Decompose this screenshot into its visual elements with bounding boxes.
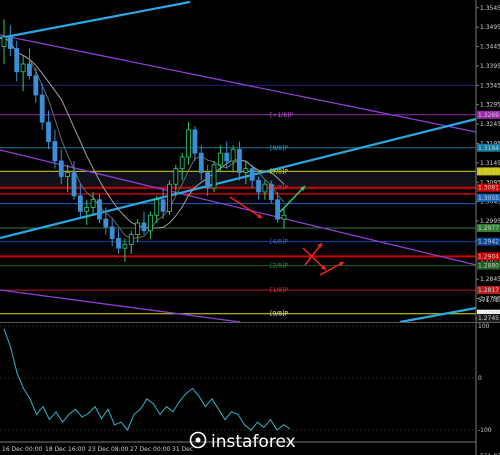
price-badge-label-5: 1.2977 xyxy=(478,225,499,232)
candle-body-12 xyxy=(77,195,83,212)
candle-body-16 xyxy=(103,218,109,228)
osc-tick-label-2: 0 xyxy=(478,375,482,382)
price-tick-label-4: 1.3345 xyxy=(480,82,500,89)
price-badge-label-11: 1.2745 xyxy=(478,315,499,322)
candle-body-29 xyxy=(186,129,191,158)
price-badge-label-2: 1.3123 xyxy=(478,168,499,175)
candle-body-20 xyxy=(128,234,134,245)
candle-body-14 xyxy=(90,199,96,208)
chart-root: [+1/8]P [8/8]P [7/8]P [6/8]P [4/8]P [2/8]P [1/… xyxy=(0,0,500,455)
candle-body-41 xyxy=(262,183,268,193)
price-tick-label-0: 1.3545 xyxy=(480,5,500,12)
murrey-label-0: [+1/8]P xyxy=(270,112,293,119)
candle-body-5 xyxy=(33,75,39,96)
candle-body-38 xyxy=(243,168,249,173)
candle-body-6 xyxy=(39,94,45,123)
candle-body-10 xyxy=(65,172,71,177)
price-badge-label-4: 1.3055 xyxy=(478,195,499,202)
chart-background xyxy=(0,0,500,455)
candle-body-2 xyxy=(14,48,20,73)
osc-tick-label-1: 100 xyxy=(478,323,490,330)
price-tick-label-6: 1.3245 xyxy=(480,121,500,128)
price-badge-label-0: 1.3269 xyxy=(478,112,499,119)
instaforex-logo-center xyxy=(195,437,201,443)
candle-body-15 xyxy=(97,199,102,220)
candle-body-34 xyxy=(217,152,223,166)
murrey-label-2: [7/8]P xyxy=(270,168,288,175)
candle-body-0 xyxy=(1,36,7,47)
candle-body-9 xyxy=(58,160,64,177)
candle-body-24 xyxy=(154,199,160,216)
price-tick-label-1: 1.3495 xyxy=(480,24,500,31)
candle-body-7 xyxy=(46,121,51,142)
watermark-text: instaforex xyxy=(211,432,296,452)
candle-body-32 xyxy=(205,172,211,189)
candle-body-27 xyxy=(173,168,179,185)
candle-body-26 xyxy=(167,183,172,212)
price-badge-label-3: 1.3081 xyxy=(478,185,499,192)
candle-body-17 xyxy=(109,226,115,239)
candle-body-23 xyxy=(147,214,153,232)
osc-tick-label-3: -100 xyxy=(478,427,492,434)
murrey-label-5: [2/8]P xyxy=(270,263,288,270)
candle-body-31 xyxy=(198,152,204,173)
price-tick-label-14: 1.2845 xyxy=(480,276,500,283)
murrey-label-1: [8/8]P xyxy=(270,145,288,152)
candle-body-30 xyxy=(192,129,198,154)
candle-body-44 xyxy=(281,214,287,220)
candle-body-35 xyxy=(224,152,230,162)
candle-body-8 xyxy=(52,141,58,162)
candle-body-4 xyxy=(27,63,32,77)
candle-body-33 xyxy=(211,164,217,189)
murrey-label-6: [1/8]P xyxy=(270,287,288,294)
price-badge-label-7: 1.2904 xyxy=(478,253,499,260)
candle-body-36 xyxy=(230,148,236,162)
candle-body-25 xyxy=(160,199,166,212)
murrey-label-7: [0/8]P xyxy=(270,311,288,318)
price-tick-label-11: 1.2995 xyxy=(480,218,500,225)
time-tick-label-3: 27 Dec 00:00 xyxy=(130,446,171,453)
price-badge-label-9: 1.2817 xyxy=(478,287,499,294)
time-tick-label-1: 18 Dec 16:00 xyxy=(45,446,86,453)
candle-body-39 xyxy=(249,168,255,181)
candle-body-22 xyxy=(141,222,147,232)
candle-body-21 xyxy=(135,222,141,236)
candle-body-40 xyxy=(256,179,261,193)
price-tick-label-8: 1.3145 xyxy=(480,160,500,167)
osc-tick-label-0: 571.7224 xyxy=(478,297,500,304)
price-badge-label-8: 1.2880 xyxy=(478,263,499,270)
time-tick-label-0: 16 Dec 00:00 xyxy=(2,446,43,453)
candle-body-13 xyxy=(84,207,90,212)
time-tick-label-2: 23 Dec 08:00 xyxy=(88,446,129,453)
candle-body-1 xyxy=(7,36,13,49)
candle-body-19 xyxy=(122,243,128,249)
murrey-label-3: [6/8]P xyxy=(270,185,288,192)
price-tick-label-5: 1.3295 xyxy=(480,102,500,109)
candle-body-43 xyxy=(275,199,281,220)
time-tick-label-4: 31 Dec xyxy=(172,446,193,453)
price-tick-label-2: 1.3445 xyxy=(480,44,500,51)
price-badge-label-6: 1.2942 xyxy=(478,239,499,246)
osc-separator xyxy=(0,322,500,323)
murrey-label-4: [4/8]P xyxy=(270,239,288,246)
price-tick-label-3: 1.3395 xyxy=(480,63,500,70)
candle-body-11 xyxy=(71,172,77,197)
candle-body-28 xyxy=(179,156,185,170)
candle-body-18 xyxy=(116,238,121,249)
price-badge-label-1: 1.3184 xyxy=(478,145,499,152)
price-chart: [+1/8]P [8/8]P [7/8]P [6/8]P [4/8]P [2/8]P [1/… xyxy=(0,0,500,455)
candle-body-37 xyxy=(237,148,242,173)
candle-body-3 xyxy=(20,63,26,73)
